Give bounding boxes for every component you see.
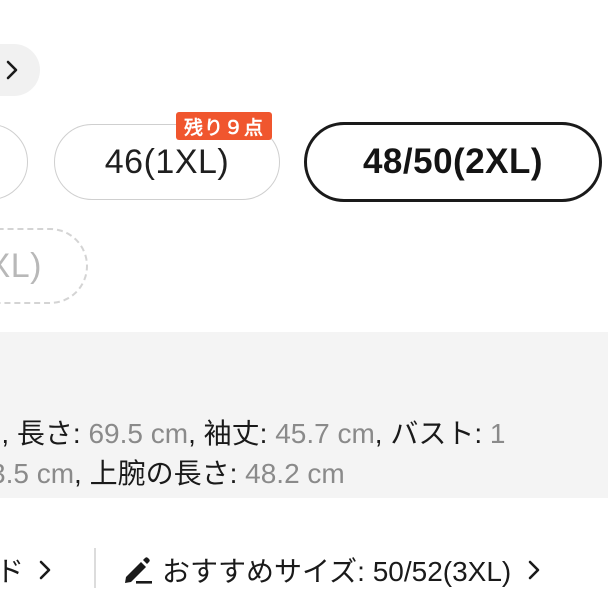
sleeve-value: 45.7 cm	[275, 418, 375, 449]
length-label: 長さ:	[16, 418, 89, 449]
prev-measurement-value: 3.5 cm	[0, 458, 75, 489]
upper-arm-value: 48.2 cm	[245, 458, 345, 489]
chevron-right-icon	[527, 559, 541, 581]
stock-remaining-badge: 残り９点	[176, 112, 273, 140]
size-guide-link[interactable]: ド	[0, 550, 52, 590]
bust-label: バスト:	[390, 418, 490, 449]
separator: ,	[74, 458, 90, 489]
size-guide-bar: ド おすすめサイズ: 50/52(3XL)	[0, 540, 608, 600]
chevron-right-icon	[2, 57, 22, 83]
size-chip-48-50-2xl-selected[interactable]: 48/50(2XL)	[304, 122, 602, 202]
separator: ,	[188, 418, 204, 449]
size-chip-label: 48/50(2XL)	[362, 142, 544, 181]
measurement-line-2: 3.5 cm, 上腕の長さ: 48.2 cm	[0, 452, 345, 492]
recommended-size-link[interactable]: おすすめサイズ: 50/52(3XL)	[120, 550, 541, 590]
sleeve-label: 袖丈:	[203, 418, 276, 449]
size-chip-soldout: XL)	[0, 228, 88, 304]
divider	[94, 548, 96, 588]
separator: ,	[374, 418, 391, 449]
chevron-right-icon	[38, 559, 52, 581]
measurement-line-1: ), 長さ: 69.5 cm, 袖丈: 45.7 cm, バスト: 1	[0, 412, 506, 452]
bust-value: 1	[489, 418, 506, 449]
size-guide-label: ド	[0, 556, 25, 587]
size-chip-soldout-label: XL)	[0, 246, 42, 285]
upper-arm-label: 上腕の長さ:	[89, 458, 246, 489]
size-selector-page: ) 46(1XL) 残り９点 48/50(2XL) XL) ), 長さ: 69.…	[0, 0, 608, 608]
length-value: 69.5 cm	[88, 418, 189, 449]
recommended-size-label: おすすめサイズ: 50/52(3XL)	[162, 556, 512, 587]
expand-pill[interactable]	[0, 44, 40, 96]
size-chip-prev[interactable]: )	[0, 124, 28, 200]
size-chip-label: 46(1XL)	[104, 142, 230, 181]
measurement-lead: ),	[0, 418, 10, 449]
pencil-icon	[120, 553, 154, 587]
